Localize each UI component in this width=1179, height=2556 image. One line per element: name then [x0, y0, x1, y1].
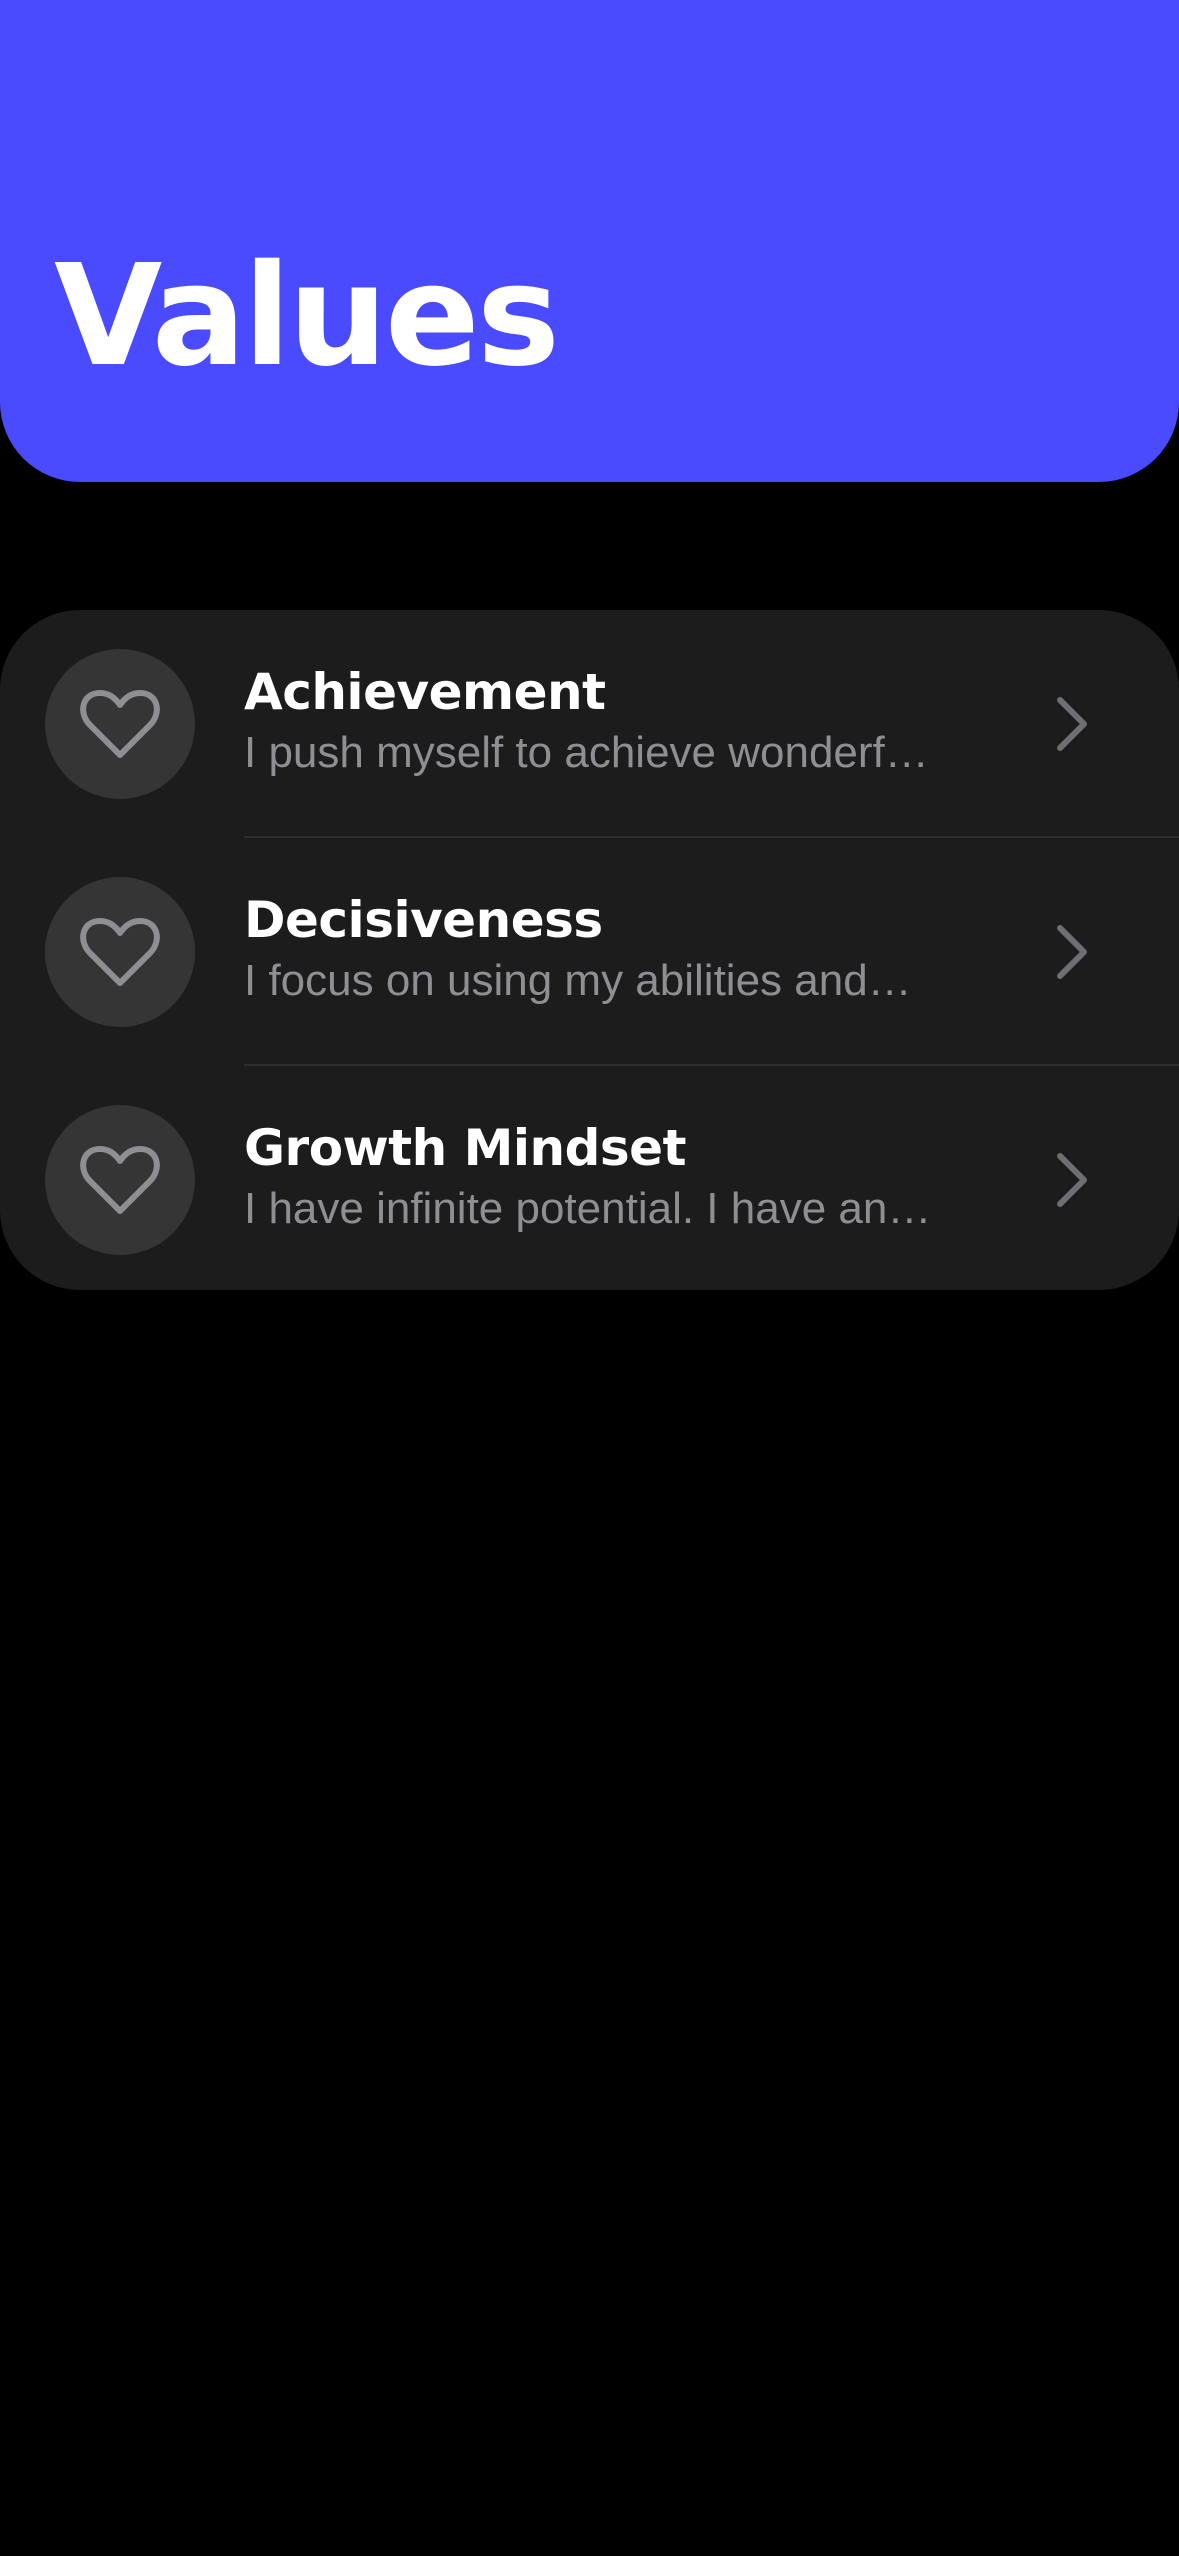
value-description: I focus on using my abilities and…: [244, 956, 912, 1005]
value-description: I push myself to achieve wonderf…: [244, 728, 929, 777]
heart-icon: [80, 690, 160, 758]
value-icon-circle: [45, 1105, 195, 1255]
page-title: Values: [54, 235, 560, 398]
value-title: Achievement: [244, 663, 606, 721]
values-list: Achievement I push myself to achieve won…: [0, 610, 1179, 1290]
value-row-achievement[interactable]: Achievement I push myself to achieve won…: [0, 610, 1179, 838]
value-row-decisiveness[interactable]: Decisiveness I focus on using my abiliti…: [0, 838, 1179, 1066]
value-title: Growth Mindset: [244, 1119, 687, 1177]
heart-icon: [80, 1146, 160, 1214]
value-title: Decisiveness: [244, 891, 603, 949]
chevron-right-icon: [1057, 925, 1087, 979]
chevron-right-icon: [1057, 697, 1087, 751]
header: Values: [0, 0, 1179, 482]
value-row-growth-mindset[interactable]: Growth Mindset I have infinite potential…: [0, 1066, 1179, 1290]
value-icon-circle: [45, 649, 195, 799]
heart-icon: [80, 918, 160, 986]
value-icon-circle: [45, 877, 195, 1027]
value-description: I have infinite potential. I have an…: [244, 1184, 932, 1233]
chevron-right-icon: [1057, 1153, 1087, 1207]
